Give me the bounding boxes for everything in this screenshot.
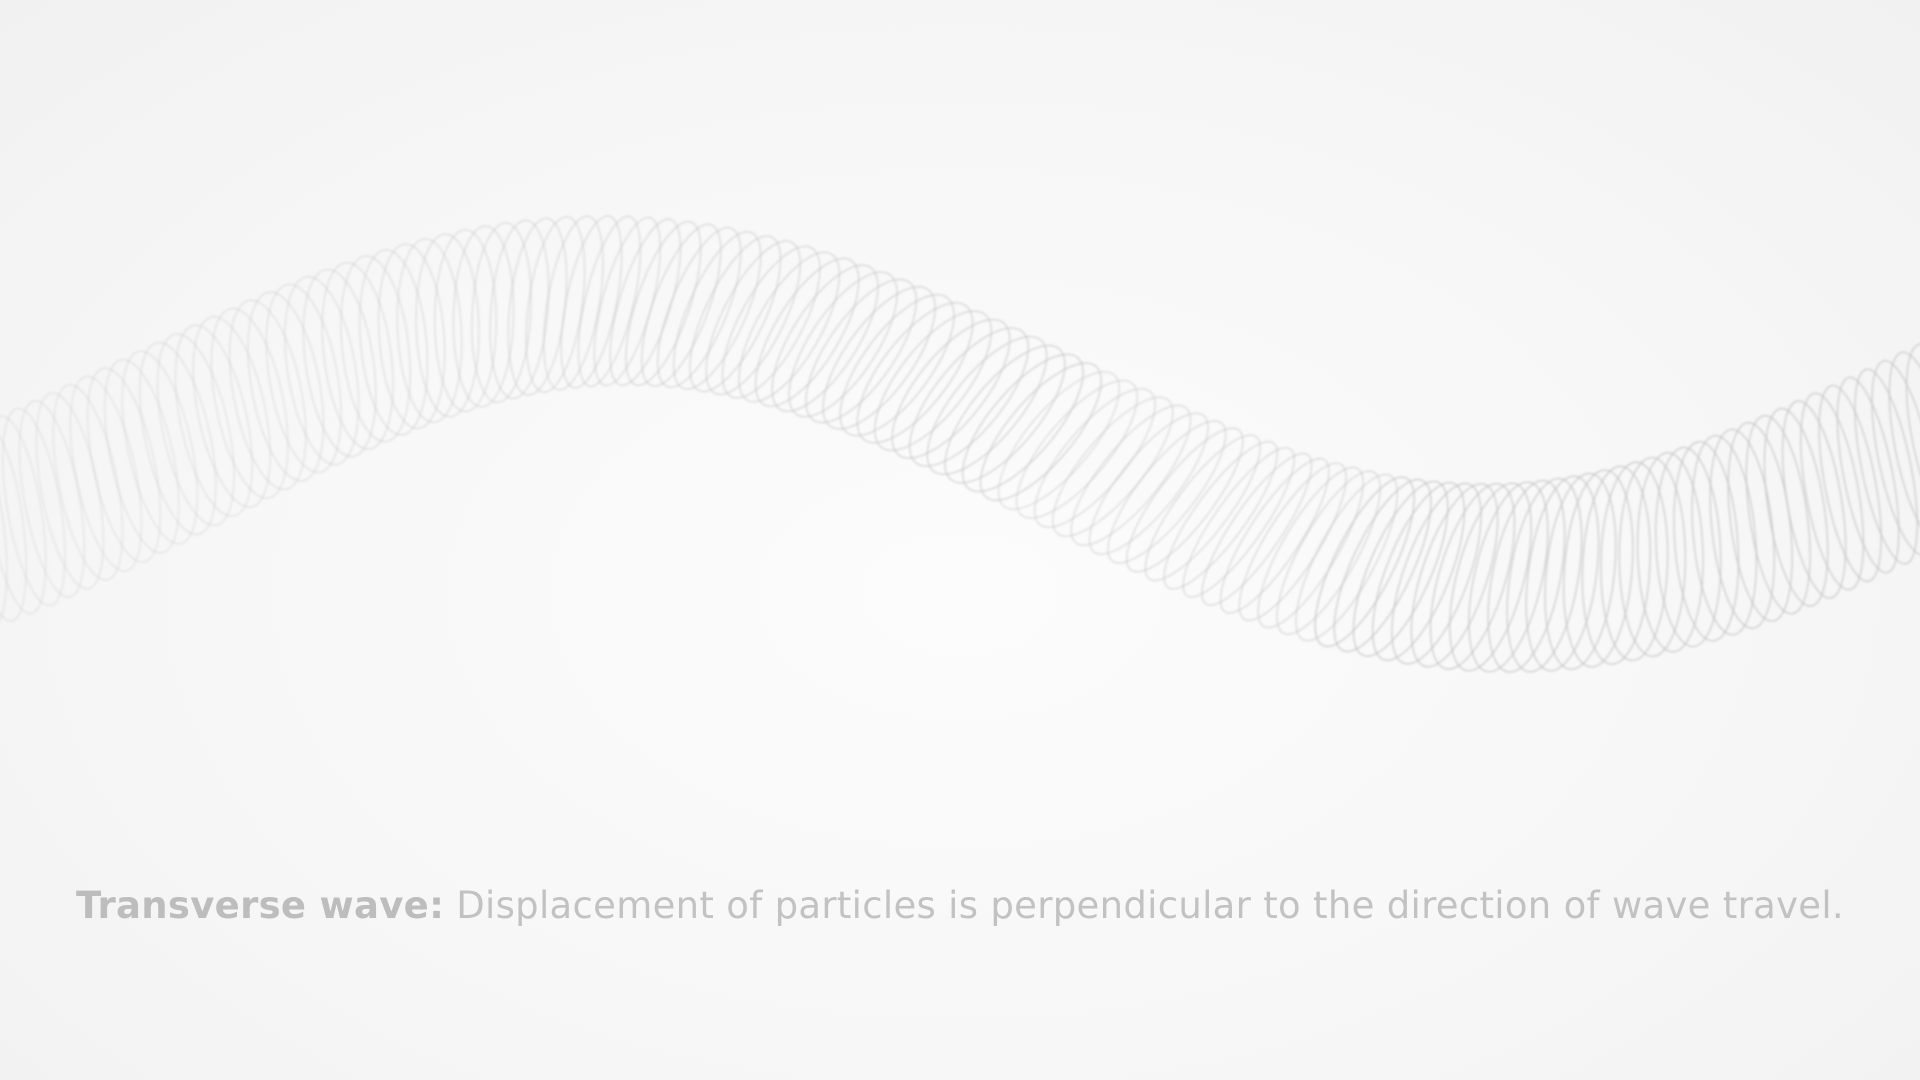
caption: Transverse wave: Displacement of particl… (0, 884, 1920, 927)
spring-coil (1763, 407, 1829, 607)
spring-coil (1219, 457, 1330, 614)
spring-coils (0, 215, 1920, 673)
spring-coil (771, 264, 879, 412)
spring-coil (577, 215, 642, 388)
spring-coil (1581, 465, 1651, 665)
wave-illustration-stage: Transverse wave: Displacement of particl… (0, 0, 1920, 1080)
spring-coil (1371, 482, 1466, 661)
spring-coil (489, 219, 550, 400)
spring-coil (434, 229, 497, 413)
spring-coil (174, 324, 253, 517)
spring-coil (525, 216, 586, 393)
spring-coil (754, 257, 860, 408)
spring-coil (1487, 479, 1566, 673)
caption-description: Displacement of particles is perpendicul… (444, 884, 1844, 927)
spring-coil (641, 223, 722, 387)
spring-coil (192, 316, 271, 508)
spring-coil (1709, 428, 1775, 629)
spring-coil (1836, 376, 1900, 574)
caption-term: Transverse wave: (76, 884, 445, 927)
spring-coil (997, 371, 1120, 510)
spring-coil (625, 220, 702, 386)
spring-coil (979, 362, 1102, 501)
spring-coil (1015, 379, 1138, 519)
spring-coil (359, 249, 429, 436)
spring-coil (2, 407, 66, 607)
spring-coil (1506, 477, 1583, 673)
spring-coil (673, 231, 762, 390)
spring-coil (1544, 472, 1617, 670)
spring-coil (1727, 421, 1793, 622)
spring-coil (689, 235, 782, 393)
spring-coil (1352, 480, 1449, 657)
spring-coil (156, 333, 235, 527)
spring-coil (377, 243, 446, 430)
spring-coil (593, 216, 661, 387)
spring-coil (1800, 392, 1865, 591)
spring-coil (18, 400, 86, 598)
spring-coil (86, 367, 161, 563)
spring-coil (1333, 478, 1432, 653)
